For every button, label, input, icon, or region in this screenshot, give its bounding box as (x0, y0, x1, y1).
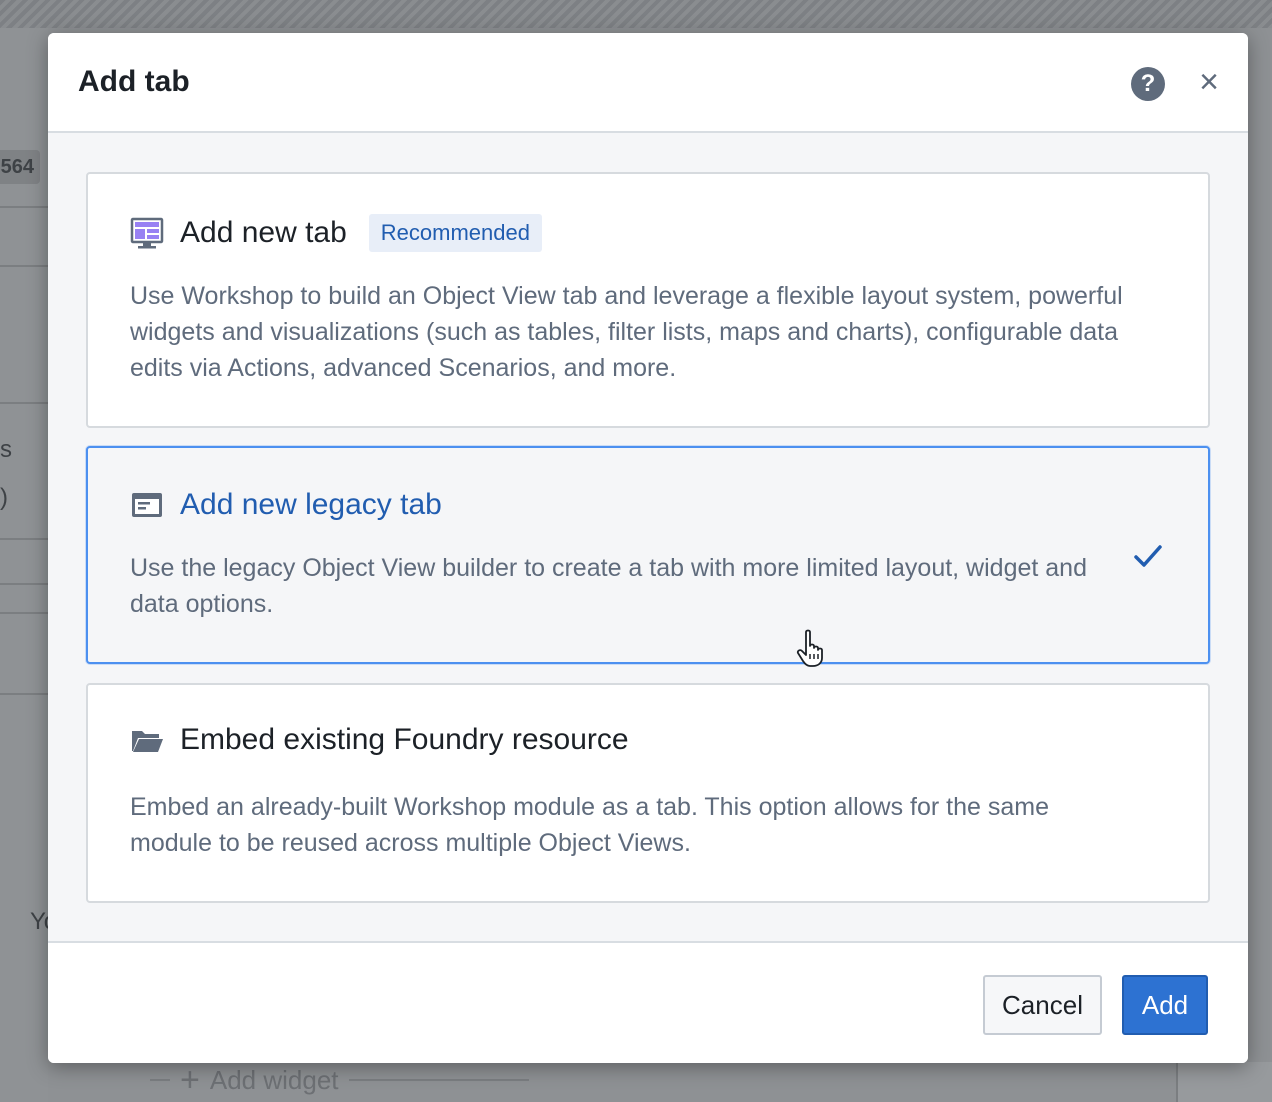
option-add-new-legacy-tab[interactable]: Add new legacy tab Use the legacy Object… (86, 446, 1210, 664)
background-divider (0, 206, 48, 208)
recommended-badge: Recommended (368, 214, 542, 252)
background-divider (0, 265, 48, 267)
add-tab-dialog: Add tab ? × Add new tab Recommended Use … (48, 33, 1248, 1063)
add-widget-label: Add widget (209, 1064, 339, 1095)
layout-icon (130, 217, 164, 249)
add-button[interactable]: Add (1122, 975, 1208, 1035)
background-right-panel (1176, 1062, 1272, 1102)
background-rule (348, 1079, 529, 1081)
background-divider (0, 612, 48, 614)
option-add-new-tab[interactable]: Add new tab Recommended Use Workshop to … (86, 172, 1210, 428)
close-icon[interactable]: × (1192, 65, 1226, 99)
folder-open-icon (132, 731, 163, 752)
option-title: Add new legacy tab (180, 488, 442, 521)
option-description: Embed an already-built Workshop module a… (130, 793, 1050, 857)
background-divider (0, 402, 48, 404)
background-divider (0, 583, 48, 585)
option-header: Add new legacy tab (130, 488, 442, 522)
background-count-badge: 564 (0, 150, 40, 184)
dialog-header: Add tab ? × (48, 33, 1248, 133)
option-description: Use the legacy Object View builder to cr… (130, 554, 1087, 618)
help-icon[interactable]: ? (1131, 67, 1165, 101)
plus-icon: + (180, 1060, 200, 1099)
option-header: Embed existing Foundry resource (130, 723, 629, 757)
application-icon (132, 493, 162, 517)
dialog-footer: Cancel Add (48, 941, 1248, 1063)
background-left-panel (0, 28, 48, 1102)
option-description: Use Workshop to build an Object View tab… (130, 282, 1123, 382)
background-rule (150, 1079, 170, 1081)
background-text-fragment: s (0, 436, 12, 463)
hand-cursor-icon (796, 629, 823, 667)
background-add-widget: + Add widget (150, 1060, 529, 1100)
option-embed-foundry-resource[interactable]: Embed existing Foundry resource Embed an… (86, 683, 1210, 903)
background-text-fragment: ) (0, 484, 8, 511)
option-title: Add new tab (180, 216, 347, 249)
option-header: Add new tab Recommended (130, 214, 542, 252)
checkmark-icon (1134, 545, 1162, 567)
cancel-button[interactable]: Cancel (983, 975, 1102, 1035)
dialog-title: Add tab (78, 65, 190, 98)
background-top-strip (0, 0, 1272, 28)
background-divider (0, 693, 48, 695)
option-title: Embed existing Foundry resource (180, 723, 629, 756)
background-divider (0, 538, 48, 540)
